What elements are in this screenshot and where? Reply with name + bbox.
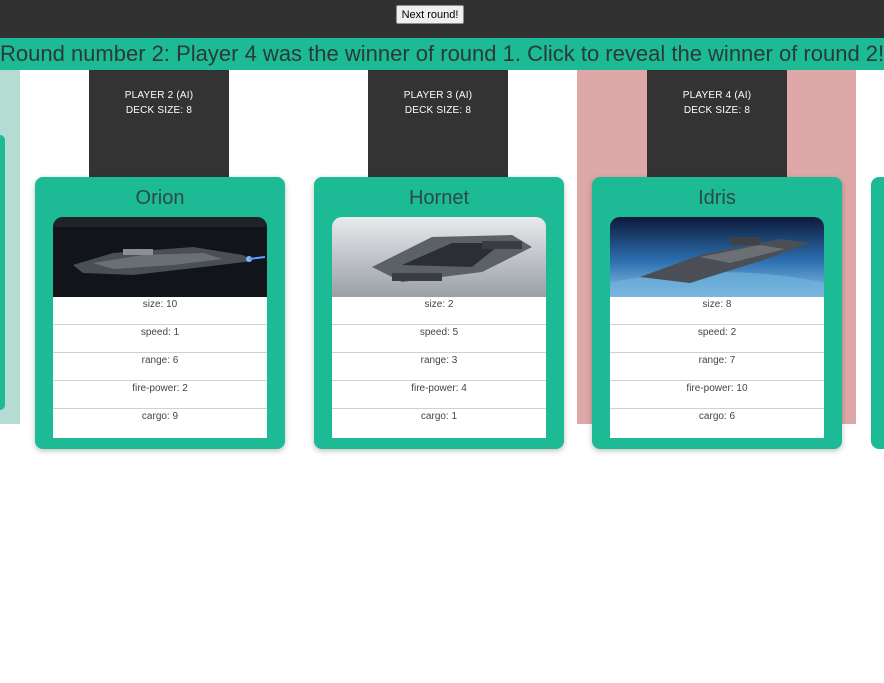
player-label: PLAYER 4 (AI)	[682, 90, 752, 101]
card-idris[interactable]: Idris size: 8 speed: 2 range: 7 fire-pow…	[592, 177, 842, 449]
deck-size: DECK SIZE: 8	[683, 105, 751, 116]
card-stats: size: 10 speed: 1 range: 6 fire-power: 2…	[53, 297, 267, 438]
stat-speed[interactable]: speed: 2	[610, 325, 824, 353]
stat-size[interactable]: size: 8	[610, 297, 824, 325]
stat-fire-power[interactable]: fire-power: 4	[332, 381, 546, 409]
deck-size: DECK SIZE: 8	[404, 105, 472, 116]
stat-size[interactable]: size: 2	[332, 297, 546, 325]
ship-image	[610, 217, 824, 297]
stat-fire-power[interactable]: fire-power: 10	[610, 381, 824, 409]
stat-cargo[interactable]: cargo: 9	[53, 409, 267, 437]
card-title: Hornet	[408, 187, 470, 209]
stat-fire-power[interactable]: fire-power: 2	[53, 381, 267, 409]
stat-range[interactable]: range: 6	[53, 353, 267, 381]
card-stats: size: 2 speed: 5 range: 3 fire-power: 4 …	[332, 297, 546, 438]
player-4-info: PLAYER 4 (AI) DECK SIZE: 8	[647, 70, 787, 177]
deck-size: DECK SIZE: 8	[125, 105, 193, 116]
player-label: PLAYER 2 (AI)	[124, 90, 194, 101]
stat-speed[interactable]: speed: 1	[53, 325, 267, 353]
round-status-banner: Round number 2: Player 4 was the winner …	[0, 38, 884, 70]
card-hornet[interactable]: Hornet size: 2 speed: 5 range: 3 fire-po…	[314, 177, 564, 449]
stat-speed[interactable]: speed: 5	[332, 325, 546, 353]
card-title: Idris	[698, 187, 736, 209]
player-5-card-edge	[871, 177, 884, 449]
card-orion[interactable]: Orion size: 10 speed: 1 range: 6 fire-po…	[35, 177, 285, 449]
player-2-info: PLAYER 2 (AI) DECK SIZE: 8	[89, 70, 229, 177]
card-title: Orion	[135, 187, 185, 209]
stat-size[interactable]: size: 10	[53, 297, 267, 325]
stat-range[interactable]: range: 3	[332, 353, 546, 381]
ship-image	[332, 217, 546, 297]
ship-image	[53, 217, 267, 297]
stat-cargo[interactable]: cargo: 1	[332, 409, 546, 437]
player-3-info: PLAYER 3 (AI) DECK SIZE: 8	[368, 70, 508, 177]
stat-range[interactable]: range: 7	[610, 353, 824, 381]
card-stats: size: 8 speed: 2 range: 7 fire-power: 10…	[610, 297, 824, 438]
player-1-card-edge	[0, 135, 5, 410]
next-round-button[interactable]: Next round!	[396, 5, 464, 24]
player-label: PLAYER 3 (AI)	[403, 90, 473, 101]
top-bar: Next round!	[0, 0, 884, 38]
stat-cargo[interactable]: cargo: 6	[610, 409, 824, 437]
